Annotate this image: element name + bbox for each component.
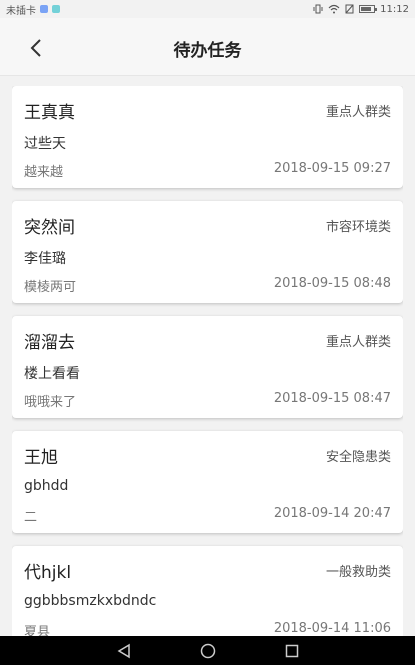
task-name: 王真真	[24, 103, 75, 123]
no-sim-icon	[345, 4, 354, 14]
status-left: 未插卡	[6, 2, 60, 17]
wifi-icon	[328, 4, 340, 14]
task-note: 二	[24, 510, 38, 525]
app-bar: 待办任务	[0, 18, 415, 76]
task-category: 重点人群类	[325, 335, 391, 350]
carrier-text: 未插卡	[6, 5, 36, 17]
task-subject: gbhdd	[24, 478, 69, 494]
task-category: 一般救助类	[325, 565, 391, 580]
app-notification-icon	[52, 5, 60, 13]
task-category: 安全隐患类	[325, 450, 391, 465]
task-card[interactable]: 突然间 市容环境类 李佳璐 模棱两可 2018-09-15 08:48	[12, 201, 403, 303]
task-category: 市容环境类	[325, 220, 391, 235]
task-name: 突然间	[24, 218, 75, 238]
triangle-back-icon	[117, 643, 130, 658]
task-time: 2018-09-15 08:47	[273, 391, 391, 406]
task-subject: ggbbbsmzkxbdndc	[24, 593, 157, 609]
notification-icon	[40, 5, 48, 13]
task-name: 王旭	[24, 448, 58, 468]
status-right: 11:12	[313, 4, 409, 15]
page-title: 待办任务	[173, 41, 242, 61]
task-note: 模棱两可	[24, 280, 77, 295]
task-subject: 李佳璐	[24, 251, 66, 267]
status-bar: 未插卡 11:12	[0, 0, 415, 18]
task-note: 哦哦来了	[24, 395, 77, 410]
task-time: 2018-09-15 09:27	[273, 161, 391, 176]
status-time: 11:12	[380, 3, 409, 15]
task-list[interactable]: 王真真 重点人群类 过些天 越来越 2018-09-15 09:27 突然间 市…	[12, 86, 403, 636]
task-subject: 楼上看看	[24, 366, 80, 382]
task-time: 2018-09-14 20:47	[273, 506, 391, 521]
nav-back-button[interactable]	[114, 641, 134, 661]
square-recents-icon	[285, 644, 298, 657]
task-card[interactable]: 王真真 重点人群类 过些天 越来越 2018-09-15 09:27	[12, 86, 403, 188]
task-subject: 过些天	[24, 136, 66, 152]
task-name: 溜溜去	[24, 333, 75, 353]
task-time: 2018-09-14 11:06	[273, 621, 391, 636]
nav-home-button[interactable]	[198, 641, 218, 661]
vibrate-icon	[313, 4, 323, 14]
nav-recents-button[interactable]	[282, 641, 302, 661]
task-time: 2018-09-15 08:48	[273, 276, 391, 291]
battery-icon	[359, 5, 378, 13]
circle-home-icon	[200, 643, 215, 658]
task-note: 越来越	[24, 165, 64, 180]
system-nav-bar	[0, 636, 415, 665]
task-note: 夏县	[24, 625, 51, 636]
task-category: 重点人群类	[325, 105, 391, 120]
task-name: 代hjkl	[24, 563, 72, 583]
task-card[interactable]: 王旭 安全隐患类 gbhdd 二 2018-09-14 20:47	[12, 431, 403, 533]
task-card[interactable]: 代hjkl 一般救助类 ggbbbsmzkxbdndc 夏县 2018-09-1…	[12, 546, 403, 636]
task-card[interactable]: 溜溜去 重点人群类 楼上看看 哦哦来了 2018-09-15 08:47	[12, 316, 403, 418]
